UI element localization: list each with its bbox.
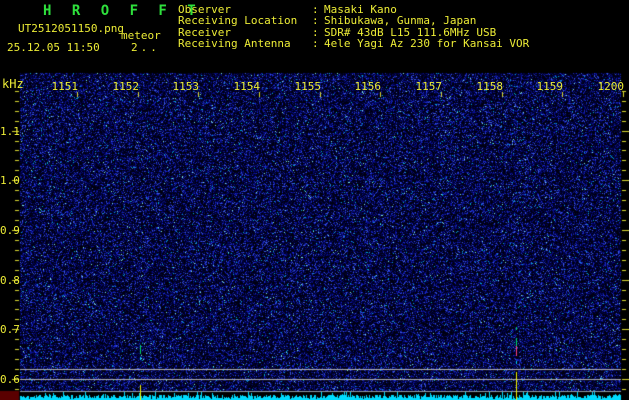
frame-datetime: 25.12.05 11:50 [7, 41, 100, 54]
time-tick-label: 1156 [354, 80, 382, 93]
time-tick-label: 1155 [294, 80, 322, 93]
info-separator: : [312, 37, 319, 51]
echo-counter: 2.. [131, 41, 160, 54]
time-tick-label: 1151 [51, 80, 79, 93]
info-label: Receiving Antenna [178, 37, 291, 51]
freq-tick-label: 1.1 [0, 125, 20, 138]
freq-tick-label: 1.0 [0, 174, 20, 187]
hrofft-screen: H R O F F T UT2512051150.png meteor 25.1… [0, 0, 629, 400]
capture-filename: UT2512051150.png [18, 22, 124, 35]
time-tick-label: 1158 [476, 80, 504, 93]
freq-tick-label: 0.6 [0, 373, 20, 386]
y-axis-unit-label: kHz [2, 77, 24, 91]
info-row-antenna: Receiving Antenna:4ele Yagi Az 230 for K… [178, 37, 530, 51]
time-tick-label: 1152 [112, 80, 140, 93]
time-tick-label: 1200 [597, 80, 625, 93]
time-tick-label: 1159 [536, 80, 564, 93]
freq-tick-label: 0.7 [0, 323, 20, 336]
freq-tick-label: 0.8 [0, 274, 20, 287]
time-tick-label: 1154 [233, 80, 261, 93]
time-tick-label: 1153 [172, 80, 200, 93]
spectrogram-canvas [0, 0, 629, 400]
station-info-block: Observer: Masaki Kano Receiving Location:… [178, 4, 529, 50]
info-value: 4ele Yagi Az 230 for Kansai VOR [324, 37, 530, 51]
time-tick-label: 1157 [415, 80, 443, 93]
freq-tick-label: 0.9 [0, 224, 20, 237]
